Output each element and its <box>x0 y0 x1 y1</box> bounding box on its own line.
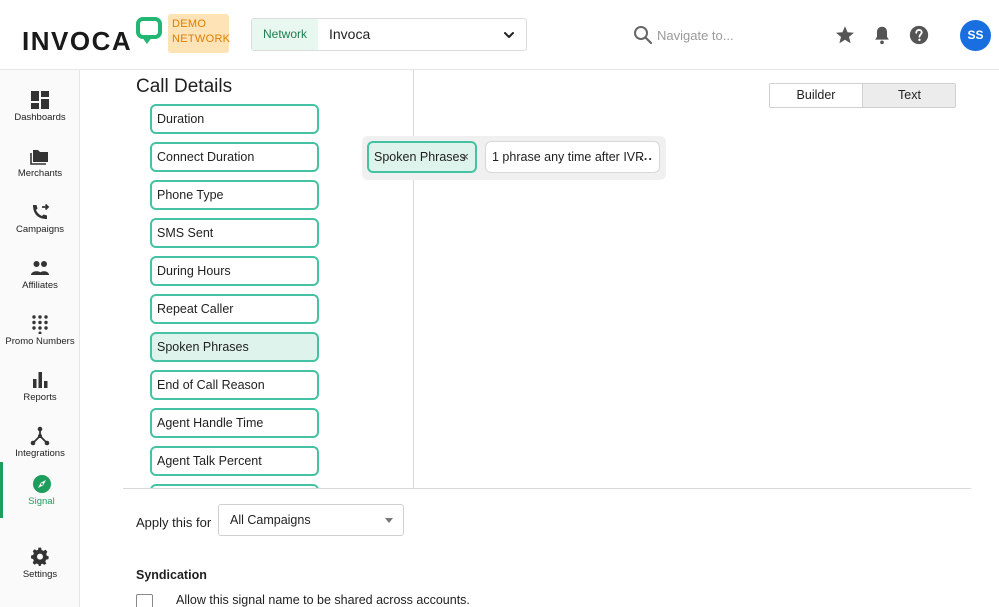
signal-condition: Spoken Phrases × 1 phrase any time after… <box>362 136 666 180</box>
compass-icon <box>32 475 51 493</box>
field-repeat-caller[interactable]: Repeat Caller <box>150 294 319 324</box>
more-options-icon[interactable]: ... <box>639 142 653 171</box>
sidebar-item-merchants[interactable]: Merchants <box>0 134 80 190</box>
demo-badge-line2: NETWORK <box>172 33 231 45</box>
field-sms-sent[interactable]: SMS Sent <box>150 218 319 248</box>
people-icon <box>31 261 49 275</box>
text-tab[interactable]: Text <box>863 84 955 107</box>
condition-chip[interactable]: Spoken Phrases × <box>367 141 477 173</box>
network-value: Invoca <box>329 26 371 42</box>
network-label: Network <box>252 19 318 50</box>
dashboard-icon <box>31 91 49 109</box>
field-connect-duration[interactable]: Connect Duration <box>150 142 319 172</box>
chevron-down-icon <box>504 32 514 38</box>
sidebar-item-label: Promo Numbers <box>5 336 75 347</box>
field-end-of-call-reason[interactable]: End of Call Reason <box>150 370 319 400</box>
phone-forward-icon <box>33 203 50 219</box>
section-title: Call Details <box>136 76 233 97</box>
folder-icon <box>30 150 48 165</box>
sidebar-item-settings[interactable]: Settings <box>0 535 80 591</box>
sidebar-item-label: Affiliates <box>22 280 58 291</box>
star-icon[interactable] <box>834 24 856 46</box>
dialpad-icon <box>32 315 48 334</box>
user-avatar[interactable]: SS <box>960 20 991 51</box>
search-icon <box>634 26 653 45</box>
sidebar-item-campaigns[interactable]: Campaigns <box>0 190 80 246</box>
sidebar-item-label: Settings <box>22 569 58 580</box>
field-spoken-phrases[interactable]: Spoken Phrases <box>150 332 319 362</box>
section-divider <box>123 488 971 489</box>
apply-select-value: All Campaigns <box>230 513 311 527</box>
call-details-panel: Duration Connect Duration Phone Type SMS… <box>123 70 414 489</box>
sidebar-item-label: Integrations <box>15 448 65 459</box>
builder-text-toggle: Builder Text <box>769 83 956 108</box>
bar-chart-icon <box>33 372 48 388</box>
apply-campaign-select[interactable]: All Campaigns <box>218 504 404 536</box>
builder-tab[interactable]: Builder <box>770 84 863 107</box>
invoca-logo[interactable]: INVOCA <box>22 26 132 57</box>
left-sidebar: Dashboards Merchants Campaigns Affiliate… <box>0 70 80 607</box>
caret-down-icon <box>385 518 393 523</box>
sidebar-item-label: Campaigns <box>15 224 65 235</box>
syndication-title: Syndication <box>136 568 207 582</box>
demo-network-badge: DEMO NETWORK <box>168 14 231 53</box>
help-icon[interactable] <box>908 24 930 46</box>
main-content: Duration Connect Duration Phone Type SMS… <box>80 70 999 607</box>
field-agent-handle-time[interactable]: Agent Handle Time <box>150 408 319 438</box>
condition-phrase-text: 1 phrase any time after IVR <box>492 150 645 164</box>
navigate-search-input[interactable] <box>657 24 797 46</box>
condition-chip-label: Spoken Phrases <box>374 150 466 164</box>
close-icon[interactable]: × <box>461 143 469 171</box>
sidebar-item-label: Signal <box>28 496 55 507</box>
hub-icon <box>30 426 50 446</box>
demo-badge-line1: DEMO <box>172 18 207 30</box>
sidebar-item-label: Merchants <box>17 168 63 179</box>
gear-icon <box>31 547 49 567</box>
bell-icon[interactable] <box>871 24 893 46</box>
network-select[interactable]: Network Invoca <box>251 18 527 51</box>
sidebar-item-label: Reports <box>23 392 57 403</box>
apply-label: Apply this for <box>136 515 212 530</box>
condition-phrase-criteria[interactable]: 1 phrase any time after IVR ... <box>485 141 660 173</box>
sidebar-item-label: Dashboards <box>14 112 66 123</box>
field-duration[interactable]: Duration <box>150 104 319 134</box>
sidebar-item-promo-numbers[interactable]: Promo Numbers <box>0 302 80 358</box>
chat-bubble-logo-icon <box>136 17 162 44</box>
field-during-hours[interactable]: During Hours <box>150 256 319 286</box>
sidebar-item-affiliates[interactable]: Affiliates <box>0 246 80 302</box>
sidebar-item-signal[interactable]: Signal <box>0 462 80 518</box>
syndication-label: Allow this signal name to be shared acro… <box>176 593 470 607</box>
field-agent-talk-percent[interactable]: Agent Talk Percent <box>150 446 319 476</box>
sidebar-item-reports[interactable]: Reports <box>0 358 80 414</box>
top-header: INVOCA DEMO NETWORK Network Invoca SS <box>0 0 999 70</box>
field-phone-type[interactable]: Phone Type <box>150 180 319 210</box>
sidebar-item-dashboards[interactable]: Dashboards <box>0 78 80 134</box>
syndication-checkbox[interactable] <box>136 594 153 607</box>
